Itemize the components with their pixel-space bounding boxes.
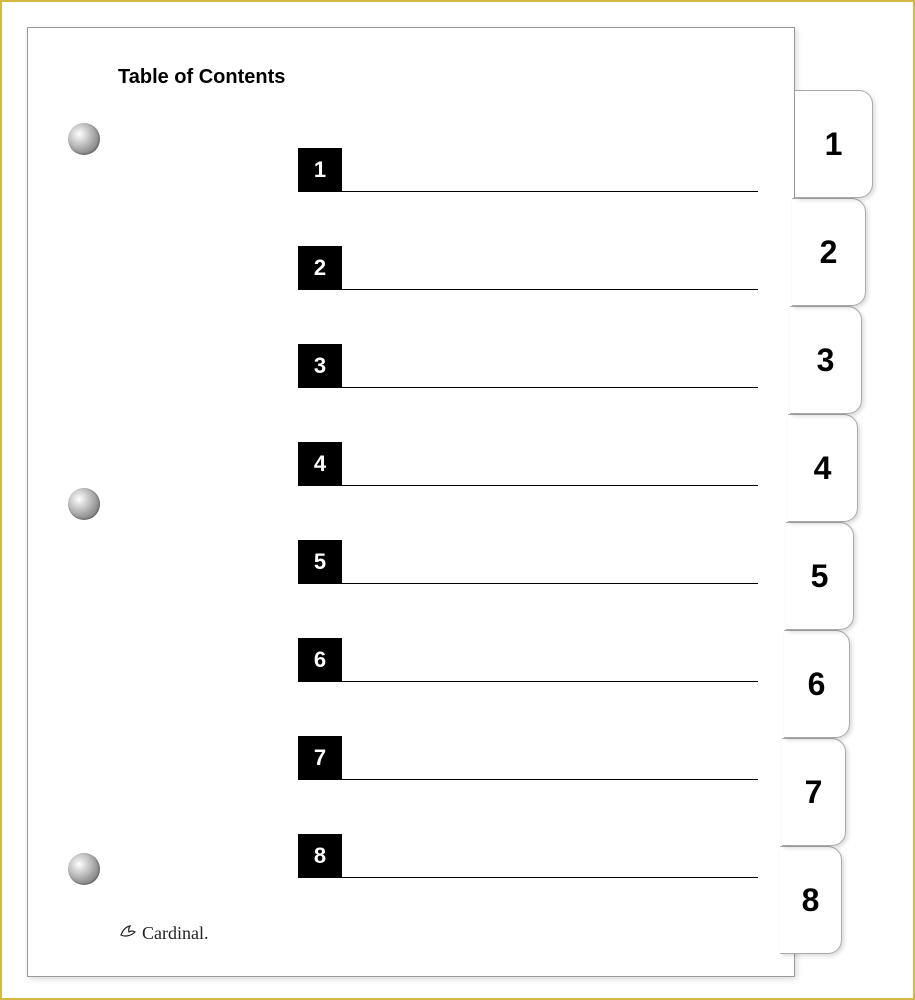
binder-hole-icon	[68, 123, 100, 155]
binder-hole-icon	[68, 488, 100, 520]
tab-label: 7	[805, 774, 823, 811]
tab-label: 3	[817, 342, 835, 379]
toc-number-box: 3	[298, 344, 342, 388]
toc-number-box: 5	[298, 540, 342, 584]
toc-number-box: 4	[298, 442, 342, 486]
toc-number-box: 7	[298, 736, 342, 780]
toc-line	[342, 583, 758, 584]
toc-line	[342, 877, 758, 878]
page-title: Table of Contents	[118, 66, 285, 89]
toc-row: 1	[298, 148, 758, 192]
toc-number-box: 8	[298, 834, 342, 878]
toc-line	[342, 191, 758, 192]
toc-rows: 1 2 3 4 5 6 7 8	[298, 148, 758, 932]
tab-label: 1	[825, 126, 843, 163]
divider-tab-3: 3	[790, 306, 862, 414]
toc-page: Table of Contents 1 2 3 4 5 6 7	[27, 27, 795, 977]
tab-label: 6	[808, 666, 826, 703]
toc-row: 5	[298, 540, 758, 584]
divider-tab-5: 5	[786, 522, 854, 630]
divider-tab-8: 8	[780, 846, 842, 954]
toc-row: 4	[298, 442, 758, 486]
toc-number-box: 6	[298, 638, 342, 682]
brand-text: Cardinal.	[142, 923, 208, 944]
tab-label: 4	[814, 450, 832, 487]
tab-label: 2	[820, 234, 838, 271]
tab-label: 5	[811, 558, 829, 595]
bird-icon	[118, 921, 138, 946]
divider-tab-2: 2	[792, 198, 866, 306]
toc-row: 2	[298, 246, 758, 290]
tab-label: 8	[802, 882, 820, 919]
binder-hole-icon	[68, 853, 100, 885]
toc-line	[342, 485, 758, 486]
brand-label: Cardinal.	[118, 921, 208, 946]
toc-line	[342, 387, 758, 388]
toc-row: 8	[298, 834, 758, 878]
divider-tab-4: 4	[788, 414, 858, 522]
divider-tab-6: 6	[784, 630, 850, 738]
toc-row: 6	[298, 638, 758, 682]
divider-tab-7: 7	[782, 738, 846, 846]
toc-line	[342, 779, 758, 780]
toc-number-box: 2	[298, 246, 342, 290]
toc-row: 3	[298, 344, 758, 388]
toc-line	[342, 289, 758, 290]
divider-tab-1: 1	[795, 90, 873, 198]
toc-number-box: 1	[298, 148, 342, 192]
toc-line	[342, 681, 758, 682]
toc-row: 7	[298, 736, 758, 780]
